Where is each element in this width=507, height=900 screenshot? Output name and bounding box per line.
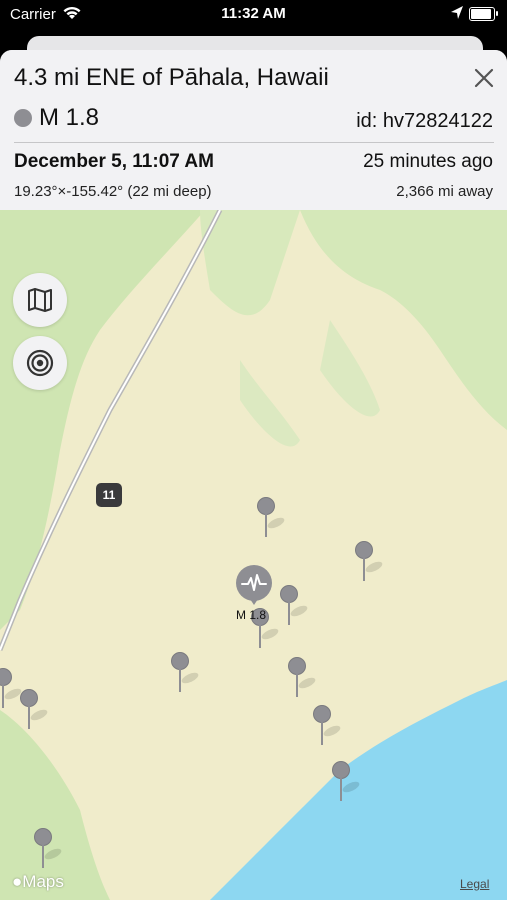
map-mode-button[interactable] <box>13 273 67 327</box>
battery-icon <box>469 7 498 21</box>
selected-earthquake-marker[interactable] <box>236 565 272 605</box>
maps-logo: ●Maps <box>12 872 64 892</box>
map-icon <box>28 288 52 312</box>
earthquake-pin[interactable] <box>171 652 200 696</box>
earthquake-pin[interactable] <box>0 668 23 712</box>
earthquake-pin[interactable] <box>288 657 317 701</box>
clock: 11:32 AM <box>221 5 286 22</box>
location-arrow-icon <box>451 6 463 19</box>
relative-time: 25 minutes ago <box>363 151 493 172</box>
detail-header: 4.3 mi ENE of Pāhala, Hawaii M 1.8 id: h… <box>0 50 507 210</box>
earthquake-pin[interactable] <box>257 497 286 541</box>
earthquake-pin[interactable] <box>355 541 384 585</box>
event-date: December 5, 11:07 AM <box>14 151 214 172</box>
earthquake-pin[interactable] <box>313 705 342 749</box>
map-terrain <box>0 210 507 900</box>
coordinates: 19.23°×-155.42° (22 mi deep) <box>14 183 212 200</box>
event-id: id: hv72824122 <box>356 110 493 132</box>
seismograph-icon <box>241 574 267 591</box>
target-icon <box>26 349 54 377</box>
magnitude-label: M 1.8 <box>39 104 100 131</box>
legal-link[interactable]: Legal <box>460 877 489 891</box>
divider <box>14 142 494 143</box>
distance: 2,366 mi away <box>396 183 493 200</box>
earthquake-detail-sheet: 4.3 mi ENE of Pāhala, Hawaii M 1.8 id: h… <box>0 50 507 900</box>
selected-earthquake-label: M 1.8 <box>236 608 267 622</box>
close-icon[interactable] <box>472 66 496 90</box>
earthquake-pin[interactable] <box>332 761 361 805</box>
apple-logo-icon: ● <box>12 872 23 891</box>
earthquake-pin[interactable] <box>34 828 63 872</box>
highway-shield: 11 <box>96 483 122 507</box>
magnitude-indicator <box>14 109 32 127</box>
earthquake-pin[interactable] <box>20 689 49 733</box>
quake-focus-button[interactable] <box>13 336 67 390</box>
map-view[interactable]: 11 M 1.8 ●Maps Legal <box>0 210 507 900</box>
location-title: 4.3 mi ENE of Pāhala, Hawaii <box>14 64 329 91</box>
battery-level-fill <box>471 9 491 19</box>
maps-logo-text: Maps <box>22 872 64 891</box>
status-bar: Carrier 11:32 AM <box>0 0 507 30</box>
earthquake-pin[interactable] <box>280 585 309 629</box>
